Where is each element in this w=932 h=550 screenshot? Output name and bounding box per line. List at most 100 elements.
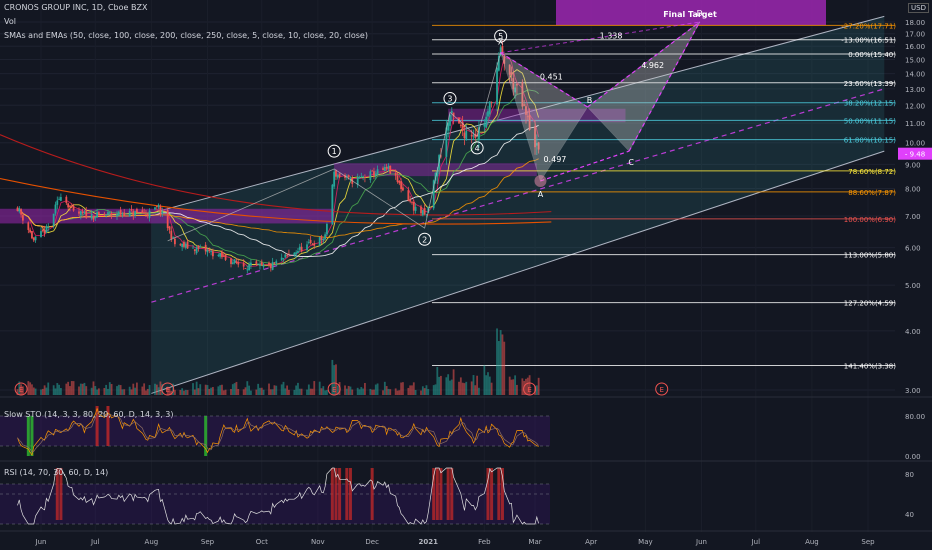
rsi-overbought-bar [446,468,450,520]
candle-body [425,214,428,215]
volume-bar [141,386,144,395]
candle-body [40,231,42,238]
candle-body [282,258,285,259]
wave-label: 3 [447,95,452,104]
volume-bar [70,381,73,395]
volume-bar [56,383,59,395]
volume-bar [262,389,265,395]
sto-title: Slow STO (14, 3, 3, 80, 20, 60, D, 14, 3… [4,410,174,419]
volume-bar [349,386,352,395]
candle-body [382,168,384,171]
candle-body [420,206,422,214]
volume-bar [288,389,290,395]
volume-bar [434,384,437,395]
volume-bar [186,390,189,395]
volume-bar [396,390,399,395]
candle-body [485,116,488,128]
volume-bar [248,385,251,395]
volume-bar [143,383,146,395]
fib-level-label: -13.00%(16.51) [841,37,896,45]
price-tick-label: 12.00 [905,102,925,110]
volume-bar [516,384,518,395]
candle-body [52,213,55,226]
candle-body [219,253,222,257]
candle-body [356,177,359,185]
volume-bar [364,382,366,395]
candle-body [206,249,209,253]
candle-body [222,256,225,257]
volume-bar [297,382,299,395]
volume-bar [483,365,486,395]
candle-body [336,174,339,178]
volume-bar [260,387,263,395]
candle-body [255,261,258,265]
price-tick-label: 15.00 [905,56,925,64]
moving-average-legend: SMAs and EMAs (50, close, 100, close, 20… [4,31,368,40]
candle-body [490,101,493,104]
volume-bar [440,375,442,395]
candle-body [260,262,263,265]
volume-bar [121,389,124,395]
volume-bar [96,389,98,395]
volume-bar [83,382,86,395]
candle-body [208,249,211,251]
volume-bar [117,384,120,395]
candle-body [107,212,109,215]
candle-body [400,181,403,190]
sto-oversold-bar [204,416,208,456]
volume-bar [320,388,323,395]
candle-body [18,208,21,212]
candle-body [268,262,270,266]
candle-body [184,243,187,248]
harmonic-ratio-label: 0.451 [540,73,563,82]
volume-bar [199,384,202,395]
volume-bar [282,381,285,395]
candle-body [27,222,30,230]
volume-bar [193,389,196,395]
candle-body [186,241,189,249]
volume-bar [69,386,71,395]
candle-body [31,231,33,239]
volume-bar [123,389,126,395]
candle-body [43,229,46,234]
fib-level-label: 50.00%(11.15) [844,117,896,125]
candle-body [90,213,93,219]
earnings-marker-label: E [19,386,23,394]
candle-body [320,236,323,241]
volume-bar [221,384,223,395]
rsi-band-fill [0,484,550,524]
candle-body [284,254,287,258]
volume-bar [65,383,68,395]
harmonic-point-label: C [628,158,634,167]
volume-bar [242,389,245,395]
volume-bar [108,382,111,395]
candle-body [47,227,50,229]
price-tick-label: 8.00 [905,186,921,194]
currency-badge[interactable]: USD [908,3,929,13]
candle-body [168,226,171,230]
candle-body [300,246,303,252]
volume-bar [463,383,466,395]
candle-body [398,180,401,184]
candle-body [360,176,363,178]
volume-bar [478,387,480,395]
candle-body [65,196,68,203]
rsi-overbought-bar [490,468,494,520]
candle-body [179,244,182,246]
volume-bar [394,388,397,395]
volume-bar [499,330,502,395]
volume-bar [181,388,184,395]
candle-body [237,262,240,265]
volume-bar [472,375,475,395]
candle-body [412,201,415,211]
volume-bar [452,369,455,395]
candle-body [192,247,194,249]
candle-body [181,243,184,247]
candle-body [67,203,70,208]
candle-body [286,255,289,256]
candle-body [155,206,158,208]
candle-body [22,215,24,221]
volume-bar [286,385,289,395]
wave-label: 5 [498,32,503,41]
candle-body [280,257,283,261]
